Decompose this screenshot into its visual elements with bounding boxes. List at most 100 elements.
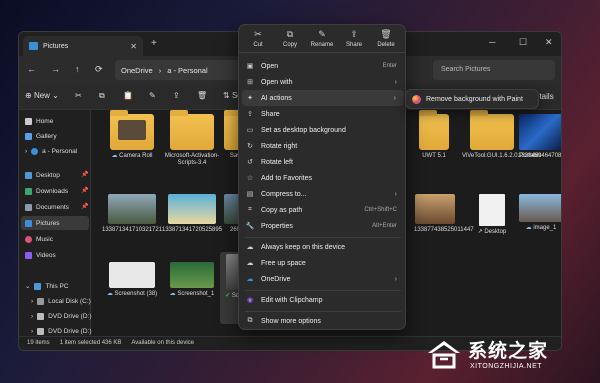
dvd-icon [37,327,45,335]
menu-item-open[interactable]: ▣ Open Enter [239,58,405,74]
rotate-right-icon: ↻ [247,143,253,150]
desktop-icon: ▭ [246,127,254,134]
menu-item-copy-path[interactable]: ⌗ Copy as path Ctrl+Shift+C [239,202,405,218]
tab-pictures[interactable]: Pictures ✕ [23,36,143,56]
cloud-icon: ☁ [111,153,120,159]
sidebar-item-this-pc[interactable]: ⌄ This PC [25,279,69,293]
menu-item-properties[interactable]: 🔧 Properties Alt+Enter [239,218,405,234]
list-item[interactable]: ↗ Desktop [462,194,522,236]
chevron-right-icon[interactable]: › [31,313,33,320]
menu-item-ai-actions[interactable]: ✦ AI actions › [242,90,404,106]
chevron-right-icon[interactable]: › [31,328,33,335]
file-name: Desktop [484,229,507,235]
chevron-right-icon: › [393,94,396,102]
list-item[interactable]: 133877438525011447 [414,194,474,234]
delete-icon[interactable]: 🗑 [197,91,207,100]
list-item[interactable]: 133871341710321721 [102,194,162,234]
music-icon [25,235,32,243]
menu-item-clipchamp[interactable]: ◉ Edit with Clipchamp [239,292,405,308]
refresh-icon[interactable]: ⟳ [95,64,103,75]
share-icon[interactable]: ⇪ [173,91,180,100]
tab-title: Pictures [43,42,69,50]
sidebar-item-desktop[interactable]: Desktop [25,168,60,182]
ai-actions-submenu[interactable]: Remove background with Paint [405,89,539,109]
pin-icon: 📌 [81,172,89,178]
paste-icon[interactable]: 📋 [123,91,133,100]
menu-item-rotate-left[interactable]: ↺ Rotate left [239,154,405,170]
cloud-icon: ☁ [246,260,254,267]
cut-button[interactable]: ✂ Cut [241,29,275,48]
sidebar-item-videos[interactable]: Videos [25,248,56,262]
path-icon: ⌗ [248,206,252,213]
menu-item-label: Rotate right [261,142,298,150]
sidebar-item-downloads[interactable]: Downloads [25,184,68,198]
back-icon[interactable]: ← [27,64,36,74]
rename-icon[interactable]: ✎ [149,91,156,100]
share-icon: ⇪ [247,111,253,118]
menu-item-share[interactable]: ⇪ Share [239,106,405,122]
sidebar-item-home[interactable]: Home [25,114,53,128]
menu-item-open-with[interactable]: ⊞ Open with › [239,74,405,90]
menu-item-label: Share [261,110,280,118]
search-input[interactable]: Search Pictures [433,60,555,80]
cut-icon[interactable]: ✂ [75,91,82,100]
list-item[interactable]: ViVeTool.GUI.1.6.2.0.Portable [462,110,542,160]
image-thumbnail [415,194,455,224]
menu-item-show-more[interactable]: ⧉ Show more options [239,313,405,329]
sidebar-item-local-disk[interactable]: › Local Disk (C:) [31,294,91,308]
sidebar-item-gallery[interactable]: Gallery [25,129,57,143]
chevron-right-icon[interactable]: › [31,298,33,305]
list-item[interactable]: ☁ Camera Roll [102,110,162,160]
sidebar-item-documents[interactable]: Documents [25,200,69,214]
open-with-icon: ⊞ [247,79,253,86]
new-button[interactable]: ⊕ New ⌄ [25,91,59,100]
shortcut-text: Ctrl+Shift+C [364,207,397,213]
list-item[interactable]: Microsoft-Activation-Scripts-3.4 [162,110,222,167]
star-icon: ☆ [246,175,254,182]
forward-icon[interactable]: → [51,64,60,74]
sidebar-item-label: a - Personal [42,147,78,155]
chevron-right-icon[interactable]: › [25,148,27,155]
menu-item-free-up-space[interactable]: ☁ Free up space [239,255,405,271]
menu-item-rotate-right[interactable]: ↻ Rotate right [239,138,405,154]
menu-item-onedrive[interactable]: ☁ OneDrive › [239,271,405,287]
desktop-icon [25,171,32,179]
copy-icon: ⧉ [286,29,294,39]
delete-button[interactable]: 🗑 Delete [369,29,403,48]
close-tab-icon[interactable]: ✕ [130,42,137,51]
close-window-icon[interactable]: ✕ [545,37,553,48]
sidebar-item-dvd-drive[interactable]: › DVD Drive (D:) [31,309,92,323]
menu-divider [245,237,401,238]
cloud-check-icon: ☁ [246,244,254,251]
list-item[interactable]: 133871341720525895 [162,194,222,234]
menu-divider [245,290,401,291]
sidebar-item-personal[interactable]: › a - Personal [25,144,77,158]
list-item[interactable]: ☁ Screenshot_1 [162,262,222,298]
computer-icon [34,282,42,290]
list-item[interactable]: ☁ Screenshot (38) [102,262,162,298]
share-button[interactable]: ⇪ Share [337,29,371,48]
maximize-icon[interactable]: ☐ [519,37,527,48]
zip-icon: ▤ [246,191,254,198]
breadcrumb-personal[interactable]: a - Personal [167,66,207,75]
rename-button[interactable]: ✎ Rename [305,29,339,48]
sidebar-item-music[interactable]: Music [25,232,53,246]
menu-item-keep-on-device[interactable]: ☁ Always keep on this device [239,239,405,255]
list-item[interactable]: UWT 5.1 [414,110,454,160]
sidebar-item-pictures[interactable]: Pictures [21,216,89,230]
breadcrumb-onedrive[interactable]: OneDrive [121,66,153,75]
menu-item-label: Show more options [261,317,321,325]
menu-item-compress[interactable]: ▤ Compress to... › [239,186,405,202]
list-item[interactable]: 133846946470884516 [518,114,561,160]
menu-item-set-background[interactable]: ▭ Set as desktop background [239,122,405,138]
chevron-right-icon: › [394,190,397,198]
minimize-icon[interactable]: ─ [489,37,495,47]
list-item[interactable]: ☁ image_1 [518,194,561,232]
menu-item-add-favorites[interactable]: ☆ Add to Favorites [239,170,405,186]
copy-icon[interactable]: ⧉ [99,91,105,101]
new-tab-button[interactable]: + [151,38,157,49]
copy-button[interactable]: ⧉ Copy [273,29,307,48]
menu-item-label: Edit with Clipchamp [261,296,323,304]
up-icon[interactable]: ↑ [75,64,80,74]
chevron-down-icon[interactable]: ⌄ [25,282,30,290]
